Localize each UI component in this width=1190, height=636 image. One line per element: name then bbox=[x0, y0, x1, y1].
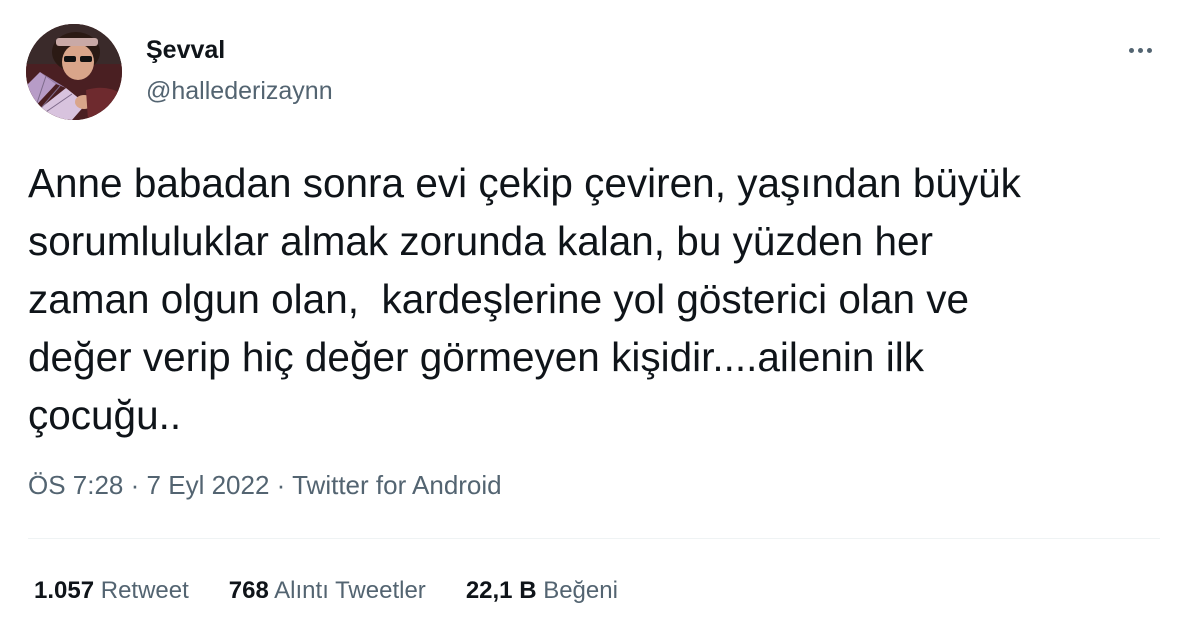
tweet-metadata: ÖS 7:28 · 7 Eyl 2022 · Twitter for Andro… bbox=[28, 466, 502, 504]
tweet-date[interactable]: 7 Eyl 2022 bbox=[147, 470, 270, 500]
tweet-source[interactable]: Twitter for Android bbox=[292, 470, 502, 500]
stat-count: 1.057 bbox=[34, 577, 95, 604]
tweet-card: Şevval @hallederizaynn Anne babadan sonr… bbox=[0, 0, 1190, 636]
avatar-image bbox=[26, 24, 122, 120]
stat-label: Retweet bbox=[100, 577, 189, 604]
avatar[interactable] bbox=[26, 24, 122, 120]
retweet-count[interactable]: 1.057 Retweet bbox=[34, 574, 189, 608]
divider bbox=[28, 538, 1160, 539]
meta-separator: · bbox=[276, 470, 286, 500]
quote-tweets-count[interactable]: 768 Alıntı Tweetler bbox=[229, 574, 426, 608]
likes-count[interactable]: 22,1 B Beğeni bbox=[466, 574, 618, 608]
more-options-button[interactable] bbox=[1120, 34, 1160, 66]
stat-count: 768 bbox=[228, 577, 269, 604]
stat-count: 22,1 B bbox=[465, 577, 537, 604]
more-horizontal-icon bbox=[1128, 47, 1134, 53]
display-name[interactable]: Şevval bbox=[146, 34, 225, 66]
more-horizontal-icon bbox=[1137, 47, 1143, 53]
more-horizontal-icon bbox=[1146, 47, 1152, 53]
user-handle[interactable]: @hallederizaynn bbox=[146, 74, 333, 108]
tweet-stats: 1.057 Retweet 768 Alıntı Tweetler 22,1 B… bbox=[34, 574, 658, 608]
meta-separator: · bbox=[130, 470, 140, 500]
tweet-text: Anne babadan sonra evi çekip çeviren, ya… bbox=[28, 160, 1021, 438]
stat-label: Beğeni bbox=[543, 577, 618, 604]
stat-label: Alıntı Tweetler bbox=[274, 577, 426, 604]
tweet-time[interactable]: ÖS 7:28 bbox=[28, 470, 123, 500]
